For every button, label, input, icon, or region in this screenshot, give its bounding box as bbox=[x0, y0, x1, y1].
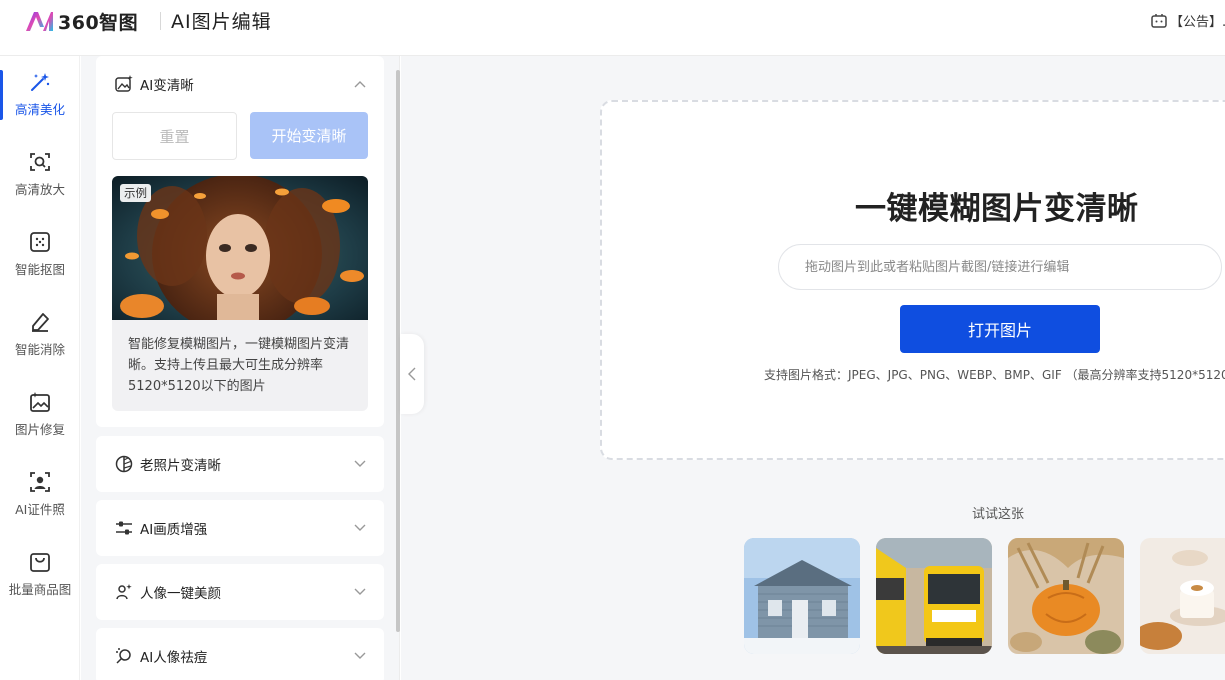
tram-thumbnail bbox=[876, 538, 992, 654]
image-url-input[interactable] bbox=[778, 244, 1222, 290]
card-header-quality[interactable]: AI画质增强 bbox=[96, 500, 384, 556]
app-title: AI图片编辑 bbox=[171, 11, 272, 33]
sample-tag: 示例 bbox=[120, 184, 151, 202]
card-beauty[interactable]: 人像一键美颜 bbox=[96, 564, 384, 620]
eraser-icon bbox=[32, 313, 49, 332]
header-divider bbox=[160, 12, 161, 30]
cutout-icon bbox=[30, 232, 50, 252]
start-sharpen-button[interactable]: 开始变清晰 bbox=[250, 112, 368, 159]
house-thumbnail bbox=[744, 538, 860, 654]
card-title: AI变清晰 bbox=[140, 78, 194, 94]
id-photo-icon bbox=[30, 472, 50, 492]
rail-item-image-repair[interactable]: 图片修复 bbox=[0, 390, 80, 454]
rail-item-smart-erase[interactable]: 智能消除 bbox=[0, 310, 80, 374]
sliders-icon bbox=[116, 521, 132, 535]
left-rail: 高清美化 高清放大 智能抠图 智能消除 图片修复 AI证件照 批量商品图 bbox=[0, 56, 80, 680]
brand-logo[interactable]: 360智图 bbox=[24, 8, 138, 34]
shopping-bag-icon bbox=[30, 553, 50, 572]
rail-item-batch-product[interactable]: 批量商品图 bbox=[0, 550, 80, 614]
sample-thumb-dessert[interactable] bbox=[1140, 538, 1225, 654]
action-row: 重置 开始变清晰 bbox=[112, 112, 368, 160]
rail-label: 高清放大 bbox=[14, 182, 65, 197]
face-sparkle-icon bbox=[116, 584, 132, 600]
card-acne[interactable]: AI人像祛痘 bbox=[96, 628, 384, 680]
sample-box: 示例 智能修复模糊图片，一键模糊图片变清晰。支持上传且最大可生成分辨率5120*… bbox=[112, 176, 368, 411]
logo-mark-icon bbox=[26, 12, 53, 31]
rail-label: 图片修复 bbox=[14, 422, 65, 437]
collapse-panel-button[interactable] bbox=[400, 334, 424, 414]
zoom-frame-icon bbox=[30, 153, 50, 171]
image-sparkle-icon bbox=[115, 75, 133, 92]
chevron-down-icon[interactable] bbox=[354, 588, 366, 596]
rail-label: 高清美化 bbox=[14, 102, 65, 117]
card-title: AI人像祛痘 bbox=[140, 650, 208, 666]
sample-thumb-pumpkin[interactable] bbox=[1008, 538, 1124, 654]
notice-text: 【公告】... bbox=[1170, 15, 1225, 30]
sample-thumb-tram[interactable] bbox=[876, 538, 992, 654]
top-header: 360智图 AI图片编辑 【公告】... bbox=[0, 0, 1225, 56]
announcement-icon bbox=[1151, 13, 1167, 28]
chevron-down-icon[interactable] bbox=[354, 652, 366, 660]
dessert-thumbnail bbox=[1140, 538, 1225, 654]
rail-item-hd-upscale[interactable]: 高清放大 bbox=[0, 150, 80, 214]
chevron-down-icon[interactable] bbox=[354, 524, 366, 532]
notice-link[interactable]: 【公告】... bbox=[1150, 11, 1225, 30]
card-header-acne[interactable]: AI人像祛痘 bbox=[96, 628, 384, 680]
supported-formats-text: 支持图片格式：JPEG、JPG、PNG、WEBP、BMP、GIF （最高分辨率支… bbox=[764, 368, 1225, 382]
image-repair-icon bbox=[30, 392, 50, 412]
chevron-up-icon[interactable] bbox=[354, 80, 366, 88]
open-image-button[interactable]: 打开图片 bbox=[900, 305, 1100, 353]
card-title: AI画质增强 bbox=[140, 522, 208, 538]
magic-wand-icon bbox=[31, 73, 50, 91]
card-title: 人像一键美颜 bbox=[140, 586, 221, 602]
sample-thumb-house[interactable] bbox=[744, 538, 860, 654]
rail-item-hd-beautify[interactable]: 高清美化 bbox=[0, 70, 80, 134]
rail-label: 智能抠图 bbox=[14, 262, 65, 277]
rail-item-smart-cutout[interactable]: 智能抠图 bbox=[0, 230, 80, 294]
card-ai-sharpen: AI变清晰 重置 开始变清晰 示例 智能修复模糊图片，一键模糊图片变清晰。支持上… bbox=[96, 56, 384, 427]
magnifier-dots-icon bbox=[116, 648, 131, 664]
card-old-photo[interactable]: 老照片变清晰 bbox=[96, 436, 384, 492]
pumpkin-thumbnail bbox=[1008, 538, 1124, 654]
old-photo-icon bbox=[115, 455, 133, 473]
card-title: 老照片变清晰 bbox=[140, 458, 221, 474]
card-header-beauty[interactable]: 人像一键美颜 bbox=[96, 564, 384, 620]
rail-label: AI证件照 bbox=[15, 502, 65, 517]
sample-description: 智能修复模糊图片，一键模糊图片变清晰。支持上传且最大可生成分辨率5120*512… bbox=[128, 337, 350, 394]
chevron-left-icon bbox=[408, 367, 416, 381]
card-header-ai-sharpen[interactable]: AI变清晰 bbox=[96, 56, 384, 112]
upload-title: 一键模糊图片变清晰 bbox=[855, 191, 1139, 227]
card-header-old-photo[interactable]: 老照片变清晰 bbox=[96, 436, 384, 492]
try-samples-label: 试试这张 bbox=[972, 507, 1025, 522]
rail-label: 智能消除 bbox=[14, 342, 65, 357]
card-quality[interactable]: AI画质增强 bbox=[96, 500, 384, 556]
brand-name: 360智图 bbox=[58, 11, 139, 34]
rail-item-id-photo[interactable]: AI证件照 bbox=[0, 470, 80, 534]
reset-button[interactable]: 重置 bbox=[112, 112, 237, 160]
rail-label: 批量商品图 bbox=[8, 582, 72, 597]
chevron-down-icon[interactable] bbox=[354, 460, 366, 468]
tool-panel: AI变清晰 重置 开始变清晰 示例 智能修复模糊图片，一键模糊图片变清晰。支持上… bbox=[81, 56, 400, 680]
